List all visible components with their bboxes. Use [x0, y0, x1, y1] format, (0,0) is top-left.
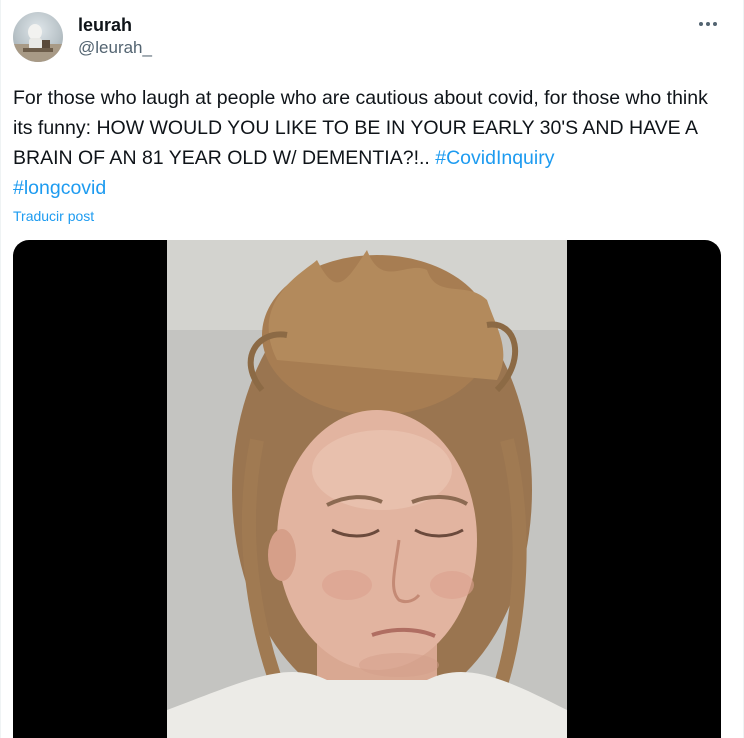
- translate-post-link[interactable]: Traducir post: [13, 206, 94, 226]
- profile-avatar-icon[interactable]: [13, 12, 63, 62]
- user-info: leurah @leurah_: [78, 14, 152, 60]
- more-dots-icon: [706, 22, 710, 26]
- tweet-card: leurah @leurah_ For those who laugh at p…: [0, 0, 744, 738]
- more-options-button[interactable]: [695, 14, 721, 34]
- hashtag-link[interactable]: #longcovid: [13, 177, 106, 199]
- tweet-body-text: For those who laugh at people who are ca…: [13, 87, 708, 169]
- tweet-text: For those who laugh at people who are ca…: [13, 83, 725, 203]
- more-dots-icon: [713, 22, 717, 26]
- more-dots-icon: [699, 22, 703, 26]
- video-frame: [167, 240, 567, 738]
- video-player[interactable]: [13, 240, 721, 738]
- display-name[interactable]: leurah: [78, 14, 152, 36]
- hashtag-link[interactable]: #CovidInquiry: [435, 147, 554, 169]
- user-handle[interactable]: @leurah_: [78, 36, 152, 60]
